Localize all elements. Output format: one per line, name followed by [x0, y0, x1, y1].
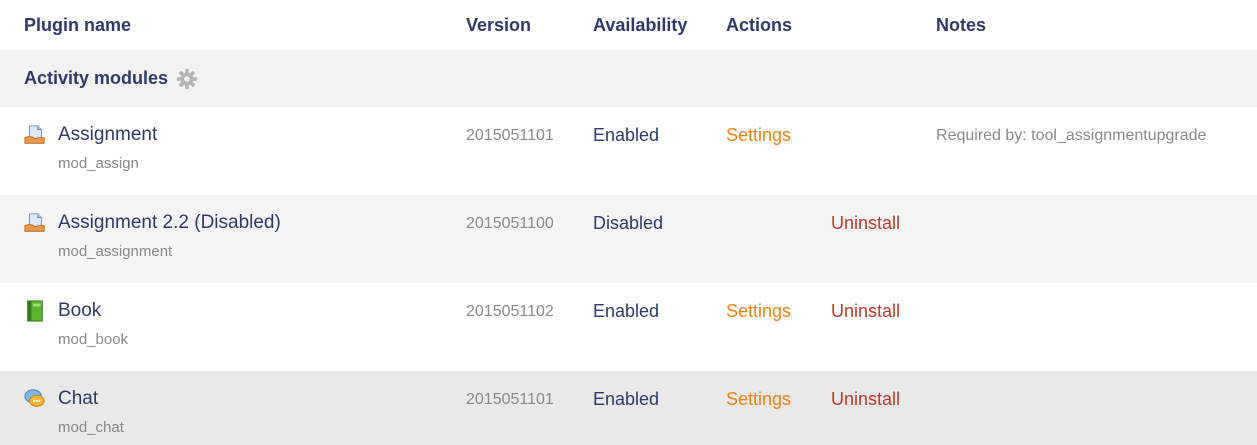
header-notes: Notes — [936, 14, 987, 35]
plugin-name: Assignment — [58, 124, 158, 145]
plugin-version: 2015051101 — [466, 391, 554, 408]
plugin-id: mod_book — [58, 331, 129, 348]
settings-link[interactable]: Settings — [726, 301, 831, 322]
table-row: Book mod_book 2015051102 Enabled Setting… — [0, 283, 1257, 371]
uninstall-link[interactable]: Uninstall — [831, 213, 936, 234]
gear-icon[interactable] — [176, 68, 198, 90]
plugin-name: Assignment 2.2 (Disabled) — [58, 212, 281, 233]
category-label: Activity modules — [24, 68, 169, 88]
plugin-id: mod_assignment — [58, 243, 173, 260]
table-header-row: Plugin name Version Availability Actions… — [0, 0, 1257, 50]
plugin-version: 2015051100 — [466, 215, 554, 232]
table-row: Chat mod_chat 2015051101 Enabled Setting… — [0, 371, 1257, 445]
book-icon — [24, 300, 46, 322]
settings-link[interactable]: Settings — [726, 125, 831, 146]
plugin-id: mod_chat — [58, 419, 124, 436]
plugin-id: mod_assign — [58, 155, 139, 172]
plugin-notes: Required by: tool_assignmentupgrade — [936, 127, 1207, 144]
header-plugin-name: Plugin name — [24, 14, 132, 35]
header-actions: Actions — [726, 14, 793, 35]
assignment-icon — [24, 212, 46, 234]
uninstall-link[interactable]: Uninstall — [831, 389, 936, 410]
chat-icon — [24, 388, 46, 410]
assignment-icon — [24, 124, 46, 146]
header-version: Version — [466, 14, 532, 35]
header-availability: Availability — [593, 14, 688, 35]
settings-link[interactable]: Settings — [726, 389, 831, 410]
plugin-name: Chat — [58, 388, 99, 409]
plugin-availability: Disabled — [593, 213, 664, 233]
plugin-version: 2015051101 — [466, 127, 554, 144]
table-row: Assignment 2.2 (Disabled) mod_assignment… — [0, 195, 1257, 283]
category-row: Activity modules — [0, 50, 1257, 107]
plugin-version: 2015051102 — [466, 303, 554, 320]
plugin-availability: Enabled — [593, 301, 660, 321]
plugin-name: Book — [58, 300, 102, 321]
plugin-availability: Enabled — [593, 389, 660, 409]
table-row: Assignment mod_assign 2015051101 Enabled… — [0, 107, 1257, 195]
plugin-availability: Enabled — [593, 125, 660, 145]
uninstall-link[interactable]: Uninstall — [831, 301, 936, 322]
plugins-table: Plugin name Version Availability Actions… — [0, 0, 1257, 445]
